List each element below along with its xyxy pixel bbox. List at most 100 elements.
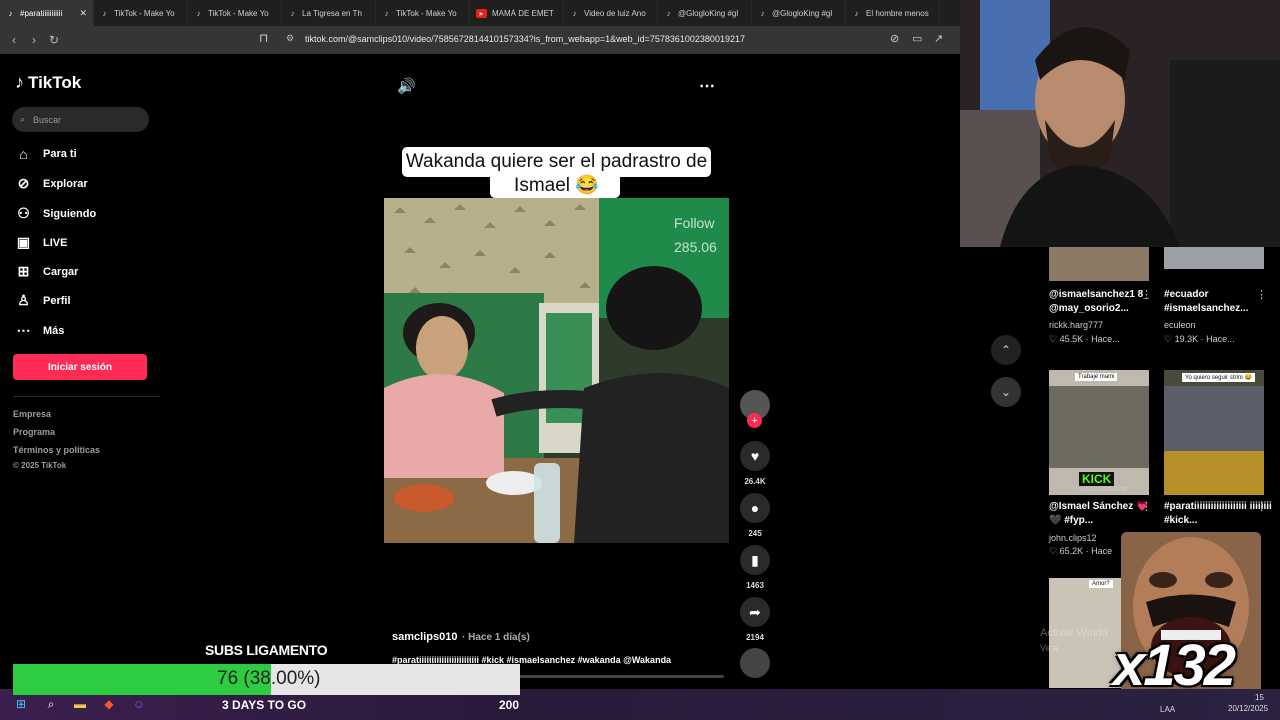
url-text[interactable]: tiktok.com/@samclips010/video/7585672814…	[305, 34, 745, 44]
home-icon: ⌂	[19, 146, 28, 162]
video-player[interactable]: Follow 285.06	[384, 198, 729, 543]
browser-tab[interactable]: ♪ TikTok - Make Yo	[376, 0, 470, 26]
music-disc-icon[interactable]	[740, 648, 770, 678]
browser-tab[interactable]: ♪ El hombre menos	[846, 0, 940, 26]
nav-siguiendo[interactable]: ⚇ Siguiendo	[15, 205, 96, 222]
tab-label: El hombre menos	[866, 8, 929, 18]
author-name[interactable]: samclips010	[392, 631, 457, 643]
browser-tab[interactable]: ♪ TikTok - Make Yo	[94, 0, 188, 26]
goal-target: 200	[499, 698, 520, 712]
follow-plus-icon[interactable]: +	[747, 413, 762, 428]
tiktok-logo[interactable]: ♪ TikTok	[15, 72, 81, 93]
windows-start-icon[interactable]: ⊞	[12, 695, 30, 713]
share-arrow-icon: ➦	[749, 603, 761, 620]
video-more-icon[interactable]: ⋯	[699, 76, 715, 96]
tab-label: @GlogloKing #gl	[772, 8, 833, 18]
nav-explorar[interactable]: ⊘ Explorar	[15, 175, 88, 192]
search-icon: ⌕	[20, 114, 26, 124]
scroll-down-button[interactable]: ⌄	[991, 377, 1021, 407]
windows-watermark: Activar Windo	[1040, 627, 1108, 639]
related-age: Hace...	[1091, 334, 1120, 344]
back-icon[interactable]: ‹	[4, 33, 24, 47]
search-input[interactable]: ⌕ Buscar	[12, 107, 149, 132]
nav-live[interactable]: ▣ LIVE	[15, 234, 68, 251]
browser-tab-bar: ♪ #paratiiiiiiiiiii ✕ ♪ TikTok - Make Yo ♪ Tik…	[0, 0, 960, 26]
related-more-icon[interactable]: ⋮	[1256, 288, 1267, 301]
thumb-image	[1164, 451, 1264, 495]
thumb-caption: Amor?	[1089, 580, 1113, 588]
browser-tab[interactable]: ▸ MAMÁ DE EMET	[470, 0, 564, 26]
translate-icon[interactable]: ⊘	[890, 32, 899, 45]
related-more-icon[interactable]: ⋮	[1141, 288, 1152, 301]
reload-icon[interactable]: ↻	[44, 33, 64, 47]
share-button[interactable]: ➦	[740, 597, 770, 627]
related-user[interactable]: eculeon	[1164, 320, 1196, 330]
nav-perfil[interactable]: ♙ Perfil	[15, 292, 70, 309]
tab-label: TikTok - Make Yo	[396, 8, 457, 18]
comment-count: 245	[748, 529, 762, 538]
tiktok-favicon-icon: ♪	[384, 8, 389, 18]
related-thumb[interactable]: Yo quiero seguir strim 😂	[1164, 370, 1264, 495]
tiktok-favicon-icon: ♪	[196, 8, 201, 18]
related-thumb[interactable]	[1164, 247, 1264, 269]
browser-tab[interactable]: ♪ Video de luiz Ano	[564, 0, 658, 26]
footer-terminos[interactable]: Términos y políticas	[13, 445, 100, 455]
related-stats: ♡ 65.2K · Hace	[1049, 546, 1113, 556]
discord-icon[interactable]: ☺	[130, 695, 148, 713]
site-settings-icon[interactable]: ⚙	[286, 33, 294, 44]
tab-label: TikTok - Make Yo	[208, 8, 269, 18]
browser-tab[interactable]: ♪ #paratiiiiiiiiiii ✕	[0, 0, 94, 26]
related-thumb[interactable]	[1049, 247, 1149, 281]
comment-button[interactable]: ●	[740, 493, 770, 523]
nav-label: Explorar	[43, 177, 88, 190]
tray-language[interactable]: LAA	[1160, 705, 1175, 714]
posted-time: · Hace 1 día(s)	[462, 632, 530, 643]
overlay-follow: Follow	[674, 215, 715, 231]
compass-icon: ⊘	[17, 175, 30, 191]
tiktok-favicon-icon: ♪	[760, 8, 765, 18]
nav-label: Más	[43, 324, 65, 337]
like-button[interactable]: ♥	[740, 441, 770, 471]
save-button[interactable]: ▮	[740, 545, 770, 575]
share-icon[interactable]: ↗	[934, 32, 943, 45]
tab-close-icon[interactable]: ✕	[79, 8, 87, 19]
footer-empresa[interactable]: Empresa	[13, 409, 51, 419]
nav-mas[interactable]: ⋯ Más	[15, 322, 65, 339]
volume-icon[interactable]: 🔊	[397, 77, 416, 95]
browser-tab[interactable]: ♪ TikTok - Make Yo	[188, 0, 282, 26]
search-placeholder: Buscar	[33, 114, 62, 125]
file-explorer-icon[interactable]: ▬	[71, 695, 89, 713]
nav-para-ti[interactable]: ⌂ Para ti	[15, 146, 77, 162]
related-more-icon[interactable]: ⋮	[1256, 500, 1267, 513]
nav-label: Para ti	[43, 148, 77, 160]
tiktok-favicon-icon: ♪	[666, 8, 671, 18]
windows-watermark-sub: Ve a	[1040, 643, 1059, 653]
tray-date[interactable]: 20/12/2025	[1228, 704, 1268, 713]
like-count: 26.4K	[744, 477, 766, 486]
overlay-count: 285.06	[674, 239, 717, 255]
related-user[interactable]: john.clips12	[1049, 533, 1097, 543]
bookmark-icon[interactable]: ⊓	[259, 31, 268, 45]
browser-tab[interactable]: ♪ @GlogloKing #gl	[658, 0, 752, 26]
brave-icon[interactable]: ◆	[100, 695, 118, 713]
screenshot-icon[interactable]: ▭	[912, 32, 922, 45]
more-icon: ⋯	[16, 322, 31, 338]
related-thumb[interactable]: Trabajé mami KICK ISMAELSANCHEZ18	[1049, 370, 1149, 495]
forward-icon[interactable]: ›	[24, 33, 44, 47]
nav-cargar[interactable]: ⊞ Cargar	[15, 263, 79, 280]
taskbar-search-icon[interactable]: ⌕	[42, 695, 60, 713]
thumb-sub: ISMAELSANCHEZ18	[1079, 487, 1127, 493]
browser-tab[interactable]: ♪ @GlogloKing #gl	[752, 0, 846, 26]
tiktok-favicon-icon: ♪	[572, 8, 577, 18]
related-user[interactable]: rickk.harg777	[1049, 320, 1103, 330]
kick-logo: KICK	[1079, 472, 1115, 486]
tray-time[interactable]: 15	[1255, 693, 1264, 702]
tab-label: La Tigresa en Th	[302, 8, 362, 18]
related-more-icon[interactable]: ⋮	[1141, 500, 1152, 513]
browser-tab[interactable]: ♪ La Tigresa en Th	[282, 0, 376, 26]
footer-programa[interactable]: Programa	[13, 427, 55, 437]
tab-label: TikTok - Make Yo	[114, 8, 175, 18]
login-button[interactable]: Iniciar sesión	[13, 354, 147, 380]
comment-icon: ●	[750, 500, 760, 516]
scroll-up-button[interactable]: ⌃	[991, 335, 1021, 365]
